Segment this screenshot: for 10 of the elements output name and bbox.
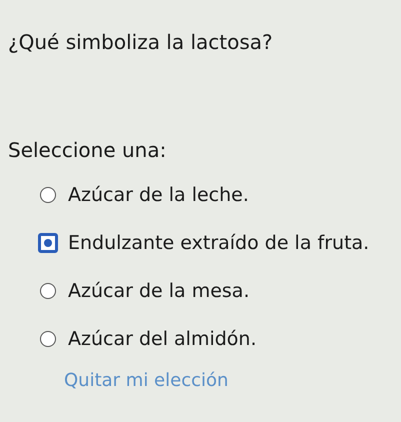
prompt-text: Seleccione una: <box>8 138 168 162</box>
option-label[interactable]: Azúcar del almidón. <box>68 328 256 350</box>
radio-button[interactable] <box>40 331 56 347</box>
radio-button[interactable] <box>38 233 58 253</box>
radio-button[interactable] <box>40 187 56 203</box>
radio-button[interactable] <box>40 283 56 299</box>
option-label[interactable]: Endulzante extraído de la fruta. <box>68 232 370 254</box>
option-label[interactable]: Azúcar de la mesa. <box>68 280 250 302</box>
question-text: ¿Qué simboliza la lactosa? <box>8 30 274 54</box>
option-label[interactable]: Azúcar de la leche. <box>68 184 249 206</box>
